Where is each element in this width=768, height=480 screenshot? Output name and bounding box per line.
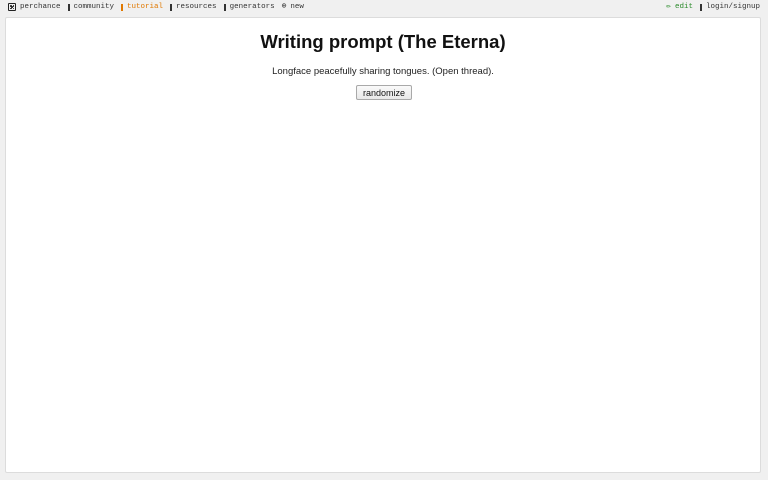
community-icon: [67, 3, 70, 11]
tutorial-icon: [121, 3, 124, 11]
nav-item-community[interactable]: community: [67, 3, 115, 11]
nav-label-tutorial: tutorial: [127, 3, 164, 11]
nav-item-tutorial[interactable]: tutorial: [121, 3, 163, 11]
nav-left-group: perchance community tutorial resources g…: [8, 3, 311, 11]
main-panel: Writing prompt (The Eterna) Longface pea…: [5, 17, 761, 473]
nav-label-new: new: [290, 3, 304, 11]
resources-icon: [170, 3, 173, 11]
login-label: login/signup: [705, 3, 760, 11]
nav-item-generators[interactable]: generators: [223, 3, 275, 11]
plus-circle-icon: ⊕: [281, 2, 287, 11]
nav-item-new[interactable]: ⊕ new: [281, 2, 304, 12]
nav-item-perchance[interactable]: perchance: [8, 3, 61, 11]
login-signup-link[interactable]: login/signup: [699, 3, 760, 11]
top-navigation-bar: perchance community tutorial resources g…: [0, 0, 768, 16]
nav-label-resources: resources: [176, 3, 217, 11]
nav-label-perchance: perchance: [20, 3, 61, 11]
page-title: Writing prompt (The Eterna): [260, 31, 506, 52]
nav-label-generators: generators: [229, 3, 275, 11]
nav-item-resources[interactable]: resources: [170, 3, 217, 11]
randomize-button[interactable]: randomize: [356, 85, 412, 100]
prompt-output: Longface peacefully sharing tongues. (Op…: [272, 66, 494, 77]
user-icon: [699, 3, 702, 11]
nav-right-group: ✏ edit login/signup: [659, 2, 760, 12]
edit-label: edit: [674, 3, 693, 11]
dice-icon: [8, 3, 16, 11]
generators-icon: [223, 3, 226, 11]
nav-label-community: community: [73, 3, 115, 11]
pencil-icon: ✏: [666, 2, 671, 11]
edit-link[interactable]: ✏ edit: [666, 2, 693, 12]
